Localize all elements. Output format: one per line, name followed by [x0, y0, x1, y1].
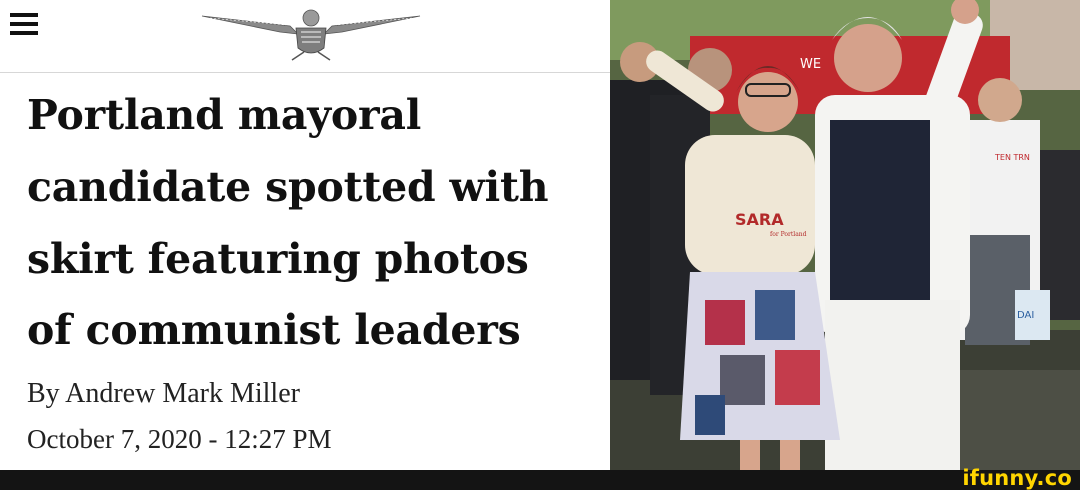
street-event-photo: WE TEN TRN DAI SARA for Portland [610, 0, 1080, 470]
header-divider [0, 72, 610, 73]
hamburger-menu-icon[interactable] [10, 13, 38, 37]
shirt-text: SARA [735, 210, 784, 229]
headline-line-3: skirt featuring photos [27, 234, 529, 283]
article-panel: Portland mayoral candidate spotted with … [0, 0, 610, 470]
headline-line-2: candidate spotted with [27, 162, 549, 211]
article-date: October 7, 2020 - 12:27 PM [27, 424, 332, 454]
footer-bar [0, 470, 1080, 490]
woman-shirt [685, 135, 815, 275]
headline-line-1: Portland mayoral [27, 91, 422, 139]
banner-text: WE [800, 57, 821, 72]
article-photo[interactable]: WE TEN TRN DAI SARA for Portland [610, 0, 1080, 470]
article-headline[interactable]: Portland mayoral candidate spotted with … [27, 80, 602, 367]
poster-text: DAI [1017, 310, 1034, 321]
shirt-subtext: for Portland [770, 231, 807, 238]
article-byline[interactable]: By Andrew Mark Miller [27, 378, 300, 410]
eagle-masthead-logo[interactable] [200, 4, 422, 62]
ifunny-watermark: ifunny.co [962, 466, 1072, 490]
tshirt-right-text: TEN TRN [994, 153, 1030, 162]
headline-line-4: of communist leaders [27, 306, 521, 355]
